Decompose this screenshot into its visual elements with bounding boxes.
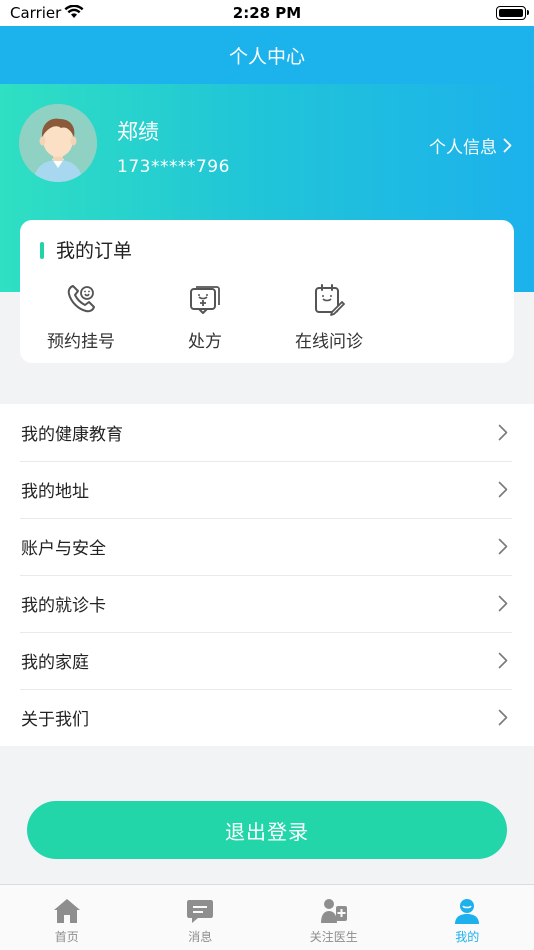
prescription-icon: [190, 286, 220, 314]
menu-item-label: 账户与安全: [21, 539, 106, 559]
profile-icon: [455, 899, 480, 924]
menu-item-label: 我的地址: [21, 482, 89, 502]
user-name: 郑绩: [117, 120, 159, 144]
online-consultation-icon: [315, 284, 345, 316]
page-title: 个人中心: [228, 46, 305, 68]
menu-item-account-security[interactable]: 账户与安全: [0, 518, 534, 575]
orders-title: 我的订单: [56, 240, 133, 262]
status-time: 2:28 PM: [232, 4, 302, 22]
order-label: 处方: [188, 332, 222, 352]
menu-item-about-us[interactable]: 关于我们: [0, 689, 534, 746]
tab-followed-doctors[interactable]: 关注医生: [267, 885, 401, 950]
logout-button[interactable]: 退出登录: [27, 801, 507, 859]
order-appointment[interactable]: 预约挂号: [26, 282, 136, 352]
menu-item-family[interactable]: 我的家庭: [0, 632, 534, 689]
tab-label: 关注医生: [309, 930, 358, 944]
menu-item-label: 我的健康教育: [21, 425, 123, 445]
order-label: 在线问诊: [295, 332, 363, 352]
menu-item-label: 我的家庭: [21, 653, 89, 673]
battery-icon: [496, 6, 529, 20]
chevron-right-icon: [503, 138, 512, 153]
avatar[interactable]: [19, 104, 97, 182]
tab-label: 消息: [188, 930, 213, 944]
order-consultation[interactable]: 在线问诊: [274, 282, 384, 352]
settings-menu: 我的健康教育 我的地址 账户与安全 我的就诊卡 我的家庭 关于我们: [0, 404, 534, 746]
personal-info-label: 个人信息: [429, 138, 497, 158]
tab-label: 我的: [455, 930, 480, 944]
doctor-icon: [320, 899, 347, 923]
nav-bar: 个人中心: [0, 26, 534, 84]
avatar-illustration: [19, 104, 97, 182]
chevron-right-icon: [498, 595, 508, 612]
message-icon: [187, 900, 214, 923]
menu-item-address[interactable]: 我的地址: [0, 461, 534, 518]
chevron-right-icon: [498, 538, 508, 555]
menu-item-label: 关于我们: [21, 710, 89, 730]
chevron-right-icon: [498, 652, 508, 669]
personal-info-link[interactable]: 个人信息: [429, 133, 512, 158]
tab-home[interactable]: 首页: [0, 885, 134, 950]
chevron-right-icon: [498, 709, 508, 726]
order-label: 预约挂号: [47, 332, 115, 352]
order-prescription[interactable]: 处方: [150, 282, 260, 352]
chevron-right-icon: [498, 481, 508, 498]
status-bar: Carrier 2:28 PM: [0, 0, 534, 26]
tab-messages[interactable]: 消息: [134, 885, 268, 950]
phone-appointment-icon: [67, 285, 95, 313]
tab-mine[interactable]: 我的: [401, 885, 534, 950]
menu-item-label: 我的就诊卡: [21, 596, 106, 616]
home-icon: [53, 899, 80, 923]
tab-label: 首页: [54, 930, 79, 944]
menu-item-health-education[interactable]: 我的健康教育: [0, 404, 534, 461]
tab-bar: 首页 消息 关注医生 我的: [0, 884, 534, 950]
orders-card: 我的订单 预约挂号 处方 在线问诊: [20, 220, 514, 363]
chevron-right-icon: [498, 424, 508, 441]
user-phone: 173*****796: [117, 157, 230, 177]
section-accent-bar: [40, 242, 44, 259]
menu-item-medical-card[interactable]: 我的就诊卡: [0, 575, 534, 632]
